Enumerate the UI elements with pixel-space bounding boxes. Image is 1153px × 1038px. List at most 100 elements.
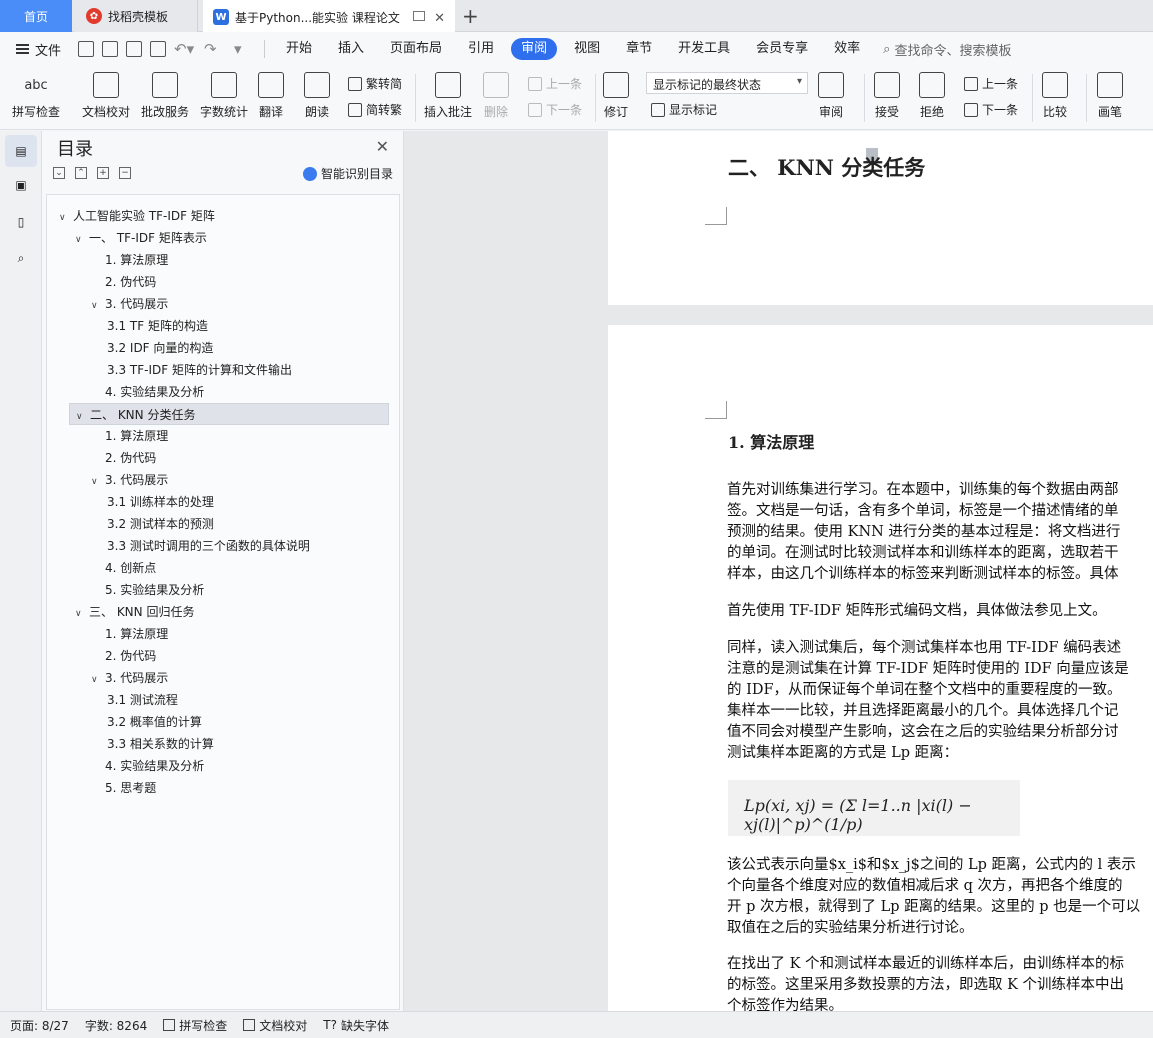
undo-icon[interactable]: ↶▾ <box>174 41 196 57</box>
doc-proofread-button[interactable]: 文档校对 <box>82 72 130 120</box>
spell-check-button[interactable]: abc 拼写检查 <box>12 72 60 120</box>
toc-item[interactable]: 3.1 TF 矩阵的构造 <box>47 315 397 337</box>
toc-item-label: 3.3 TF-IDF 矩阵的计算和文件输出 <box>107 363 292 377</box>
toc-item[interactable]: 2. 伪代码 <box>47 645 397 667</box>
word-count-button[interactable]: 字数统计 <box>200 72 248 120</box>
tab-home[interactable]: 首页 <box>0 0 72 32</box>
simp-to-trad-button[interactable]: 简转繁 <box>348 101 402 118</box>
chevron-down-icon[interactable]: ∨ <box>91 471 105 493</box>
collapse-all-icon[interactable]: ⌄ <box>53 167 65 179</box>
toc-item[interactable]: 1. 算法原理 <box>47 249 397 271</box>
toc-item[interactable]: 3.3 测试时调用的三个函数的具体说明 <box>47 535 397 557</box>
proofread-status[interactable]: 文档校对 <box>243 1017 307 1034</box>
toc-item[interactable]: 4. 创新点 <box>47 557 397 579</box>
toc-item[interactable]: 3.2 测试样本的预测 <box>47 513 397 535</box>
track-changes-button[interactable]: 修订 <box>603 72 629 120</box>
chevron-down-icon[interactable]: ∨ <box>75 603 89 625</box>
grading-button[interactable]: 批改服务 <box>141 72 189 120</box>
chevron-down-icon[interactable]: ∨ <box>91 295 105 317</box>
toc-item[interactable]: 5. 实验结果及分析 <box>47 579 397 601</box>
toc-item[interactable]: 1. 算法原理 <box>47 425 397 447</box>
float-window-icon[interactable] <box>413 11 425 21</box>
menu-view[interactable]: 视图 <box>561 38 613 60</box>
toc-item-label: 2. 伪代码 <box>105 451 157 465</box>
export-pdf-icon[interactable] <box>102 41 118 57</box>
tab-document[interactable]: W 基于Python...能实验 课程论文 ✕ <box>203 0 455 32</box>
toc-item[interactable]: ∨ 一、 TF-IDF 矩阵表示 <box>47 227 397 249</box>
next-change-button[interactable]: 下一条 <box>964 101 1018 118</box>
print-preview-icon[interactable] <box>150 41 166 57</box>
toc-item[interactable]: 1. 算法原理 <box>47 623 397 645</box>
menu-references[interactable]: 引用 <box>455 38 507 60</box>
prev-comment-button[interactable]: 上一条 <box>528 75 582 92</box>
review-pane-button[interactable]: 审阅 <box>818 72 844 120</box>
accept-button[interactable]: 接受 <box>874 72 900 120</box>
remove-level-icon[interactable]: − <box>119 167 131 179</box>
new-tab-button[interactable]: + <box>462 4 479 28</box>
spell-check-status[interactable]: 拼写检查 <box>163 1017 227 1034</box>
compare-button[interactable]: 比较 <box>1042 72 1068 120</box>
command-search[interactable]: ⌕ 查找命令、搜索模板 <box>873 40 1011 59</box>
toc-item[interactable]: 3.2 概率值的计算 <box>47 711 397 733</box>
add-level-icon[interactable]: + <box>97 167 109 179</box>
delete-comment-button[interactable]: 删除 <box>483 72 509 120</box>
trad-to-simp-button[interactable]: 繁转简 <box>348 75 402 92</box>
toc-item[interactable]: 4. 实验结果及分析 <box>47 755 397 777</box>
toc-item[interactable]: 3.2 IDF 向量的构造 <box>47 337 397 359</box>
toc-item[interactable]: 3.1 测试流程 <box>47 689 397 711</box>
markup-state-select[interactable]: 显示标记的最终状态 <box>646 72 808 94</box>
menu-insert[interactable]: 插入 <box>325 38 377 60</box>
translate-button[interactable]: 翻译 <box>258 72 284 120</box>
find-icon[interactable]: ⌕ <box>11 248 31 268</box>
prev-change-button[interactable]: 上一条 <box>964 75 1018 92</box>
pen-button[interactable]: 画笔 <box>1097 72 1123 120</box>
menu-member[interactable]: 会员专享 <box>743 38 821 60</box>
toc-item[interactable]: ∨ 三、 KNN 回归任务 <box>47 601 397 623</box>
reject-button[interactable]: 拒绝 <box>919 72 945 120</box>
close-tab-icon[interactable]: ✕ <box>434 11 445 26</box>
toc-item[interactable]: 4. 实验结果及分析 <box>47 381 397 403</box>
toc-item[interactable]: 3.3 TF-IDF 矩阵的计算和文件输出 <box>47 359 397 381</box>
show-markup-button[interactable]: 显示标记 <box>651 101 717 118</box>
word-count-indicator[interactable]: 字数: 8264 <box>85 1017 147 1034</box>
menu-review[interactable]: 审阅 <box>511 38 558 60</box>
toc-item[interactable]: 3.3 相关系数的计算 <box>47 733 397 755</box>
redo-icon[interactable]: ↷ <box>204 41 226 57</box>
menu-page-layout[interactable]: 页面布局 <box>377 38 455 60</box>
toc-item[interactable]: 2. 伪代码 <box>47 271 397 293</box>
chevron-down-icon[interactable]: ∨ <box>91 669 105 691</box>
chevron-down-icon[interactable]: ∨ <box>75 229 89 251</box>
bookmark-icon[interactable]: ▯ <box>11 212 31 232</box>
missing-font-status[interactable]: T? 缺失字体 <box>323 1017 389 1034</box>
print-icon[interactable] <box>126 41 142 57</box>
toc-panel-icon[interactable]: ▤ <box>5 135 37 167</box>
formula-text: Lp(xi, xj) = (Σ l=1..n |xi(l) − xj(l)|^p… <box>744 796 972 834</box>
simp-to-trad-icon <box>348 102 362 117</box>
menu-start[interactable]: 开始 <box>273 38 325 60</box>
next-comment-button[interactable]: 下一条 <box>528 101 582 118</box>
toc-item[interactable]: 5. 思考题 <box>47 777 397 799</box>
chevron-down-icon[interactable]: ∨ <box>59 207 73 229</box>
toc-item[interactable]: 3.1 训练样本的处理 <box>47 491 397 513</box>
close-icon[interactable]: ✕ <box>376 137 389 156</box>
save-icon[interactable] <box>78 41 94 57</box>
toc-item[interactable]: 2. 伪代码 <box>47 447 397 469</box>
read-aloud-button[interactable]: 朗读 <box>304 72 330 120</box>
menu-efficiency[interactable]: 效率 <box>821 38 873 60</box>
smart-toc-button[interactable]: 智能识别目录 <box>302 165 393 182</box>
toc-item[interactable]: ∨ 3. 代码展示 <box>47 667 397 689</box>
toc-item[interactable]: ∨ 人工智能实验 TF-IDF 矩阵 <box>47 205 397 227</box>
menu-dev-tools[interactable]: 开发工具 <box>665 38 743 60</box>
tab-template[interactable]: ✿ 找稻壳模板 <box>74 0 198 32</box>
chapter-nav-icon[interactable]: ▣ <box>11 175 31 195</box>
page-indicator[interactable]: 页面: 8/27 <box>10 1017 69 1034</box>
file-menu-label: 文件 <box>35 43 62 59</box>
insert-comment-button[interactable]: 插入批注 <box>424 72 472 120</box>
toc-item[interactable]: ∨ 二、 KNN 分类任务 <box>69 403 389 425</box>
expand-up-icon[interactable]: ⌃ <box>75 167 87 179</box>
toc-item[interactable]: ∨ 3. 代码展示 <box>47 293 397 315</box>
more-quick-icon[interactable]: ▾ <box>234 41 256 57</box>
menu-chapter[interactable]: 章节 <box>613 38 665 60</box>
toc-item[interactable]: ∨ 3. 代码展示 <box>47 469 397 491</box>
file-menu-button[interactable]: 文件 <box>0 40 72 59</box>
